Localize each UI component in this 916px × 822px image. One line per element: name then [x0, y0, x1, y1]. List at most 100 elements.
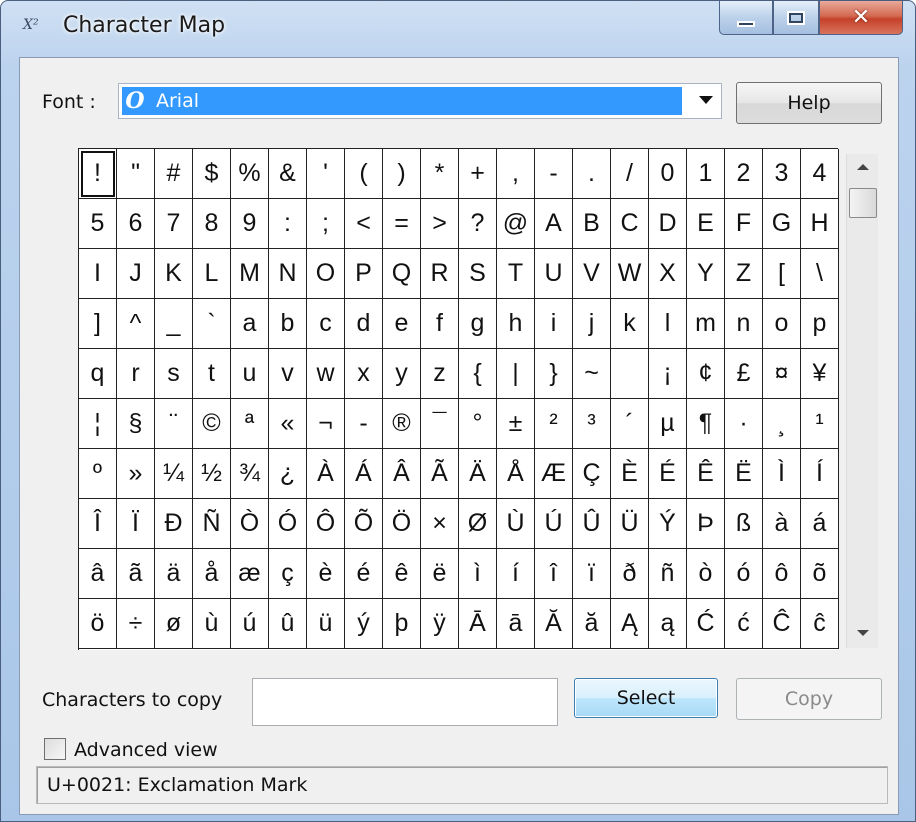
character-cell[interactable]: e: [383, 299, 421, 349]
character-cell[interactable]: f: [421, 299, 459, 349]
character-cell[interactable]: ×: [421, 499, 459, 549]
chevron-down-icon[interactable]: [699, 96, 713, 104]
copy-button[interactable]: Copy: [736, 678, 882, 720]
character-cell[interactable]: Þ: [687, 499, 725, 549]
character-cell[interactable]: ú: [231, 599, 269, 649]
character-cell[interactable]: G: [763, 199, 801, 249]
character-cell[interactable]: Ü: [611, 499, 649, 549]
character-cell[interactable]: \: [801, 249, 839, 299]
character-cell[interactable]: !: [79, 149, 117, 199]
character-cell[interactable]: Å: [497, 449, 535, 499]
character-cell[interactable]: V: [573, 249, 611, 299]
character-cell[interactable]: ă: [573, 599, 611, 649]
character-cell[interactable]: Á: [345, 449, 383, 499]
character-cell[interactable]: É: [649, 449, 687, 499]
character-cell[interactable]: ¼: [155, 449, 193, 499]
character-cell[interactable]: _: [155, 299, 193, 349]
character-cell[interactable]: º: [79, 449, 117, 499]
character-cell[interactable]: â: [79, 549, 117, 599]
character-cell[interactable]: #: [155, 149, 193, 199]
character-cell[interactable]: -: [535, 149, 573, 199]
maximize-button[interactable]: [773, 1, 819, 35]
character-cell[interactable]: Ã: [421, 449, 459, 499]
character-cell[interactable]: Ì: [763, 449, 801, 499]
character-cell[interactable]: U: [535, 249, 573, 299]
character-cell[interactable]: ä: [155, 549, 193, 599]
character-cell[interactable]: ë: [421, 549, 459, 599]
title-bar[interactable]: X² Character Map ✕: [1, 1, 915, 51]
character-cell[interactable]: }: [535, 349, 573, 399]
character-cell[interactable]: ): [383, 149, 421, 199]
character-cell[interactable]: `: [193, 299, 231, 349]
character-cell[interactable]: þ: [383, 599, 421, 649]
character-cell[interactable]: ;: [307, 199, 345, 249]
character-cell[interactable]: y: [383, 349, 421, 399]
character-cell[interactable]: T: [497, 249, 535, 299]
character-cell[interactable]: ¹: [801, 399, 839, 449]
character-cell[interactable]: n: [725, 299, 763, 349]
character-cell[interactable]: Ë: [725, 449, 763, 499]
character-cell[interactable]: <: [345, 199, 383, 249]
character-cell[interactable]: -: [345, 399, 383, 449]
character-cell[interactable]: î: [535, 549, 573, 599]
character-cell[interactable]: W: [611, 249, 649, 299]
character-cell[interactable]: 1: [687, 149, 725, 199]
character-cell[interactable]: ß: [725, 499, 763, 549]
character-cell[interactable]: Q: [383, 249, 421, 299]
character-cell[interactable]: J: [117, 249, 155, 299]
character-cell[interactable]: ^: [117, 299, 155, 349]
character-cell[interactable]: C: [611, 199, 649, 249]
character-cell[interactable]: È: [611, 449, 649, 499]
character-cell[interactable]: S: [459, 249, 497, 299]
character-cell[interactable]: å: [193, 549, 231, 599]
minimize-button[interactable]: [719, 1, 773, 35]
select-button[interactable]: Select: [574, 678, 718, 718]
character-cell[interactable]: »: [117, 449, 155, 499]
character-cell[interactable]: Ù: [497, 499, 535, 549]
character-cell[interactable]: ï: [573, 549, 611, 599]
character-cell[interactable]: ´: [611, 399, 649, 449]
character-cell[interactable]: r: [117, 349, 155, 399]
character-cell[interactable]: Ð: [155, 499, 193, 549]
character-cell[interactable]: §: [117, 399, 155, 449]
character-cell[interactable]: 9: [231, 199, 269, 249]
character-cell[interactable]: /: [611, 149, 649, 199]
character-cell[interactable]: 7: [155, 199, 193, 249]
character-cell[interactable]: ¨: [155, 399, 193, 449]
character-cell[interactable]: Â: [383, 449, 421, 499]
character-cell[interactable]: ê: [383, 549, 421, 599]
character-cell[interactable]: 5: [79, 199, 117, 249]
character-cell[interactable]: é: [345, 549, 383, 599]
character-cell[interactable]: Ö: [383, 499, 421, 549]
character-cell[interactable]: l: [649, 299, 687, 349]
characters-to-copy-input[interactable]: [252, 678, 558, 726]
character-cell[interactable]: ç: [269, 549, 307, 599]
character-cell[interactable]: o: [763, 299, 801, 349]
character-cell[interactable]: ñ: [649, 549, 687, 599]
character-cell[interactable]: à: [763, 499, 801, 549]
help-button[interactable]: Help: [736, 82, 882, 124]
character-cell[interactable]: c: [307, 299, 345, 349]
font-dropdown[interactable]: O Arial: [118, 83, 722, 119]
character-cell[interactable]: p: [801, 299, 839, 349]
character-cell[interactable]: Ê: [687, 449, 725, 499]
character-cell[interactable]: ¤: [763, 349, 801, 399]
character-cell[interactable]: ": [117, 149, 155, 199]
character-cell[interactable]: .: [573, 149, 611, 199]
character-cell[interactable]: %: [231, 149, 269, 199]
character-cell[interactable]: ò: [687, 549, 725, 599]
character-cell[interactable]: Ò: [231, 499, 269, 549]
character-cell[interactable]: ¿: [269, 449, 307, 499]
character-cell[interactable]: X: [649, 249, 687, 299]
character-cell[interactable]: ½: [193, 449, 231, 499]
character-cell[interactable]: ø: [155, 599, 193, 649]
character-cell[interactable]: I: [79, 249, 117, 299]
character-cell[interactable]: ¶: [687, 399, 725, 449]
character-cell[interactable]: 3: [763, 149, 801, 199]
character-cell[interactable]: [: [763, 249, 801, 299]
character-cell[interactable]: á: [801, 499, 839, 549]
character-cell[interactable]: Ñ: [193, 499, 231, 549]
character-cell[interactable]: Ý: [649, 499, 687, 549]
character-cell[interactable]: (: [345, 149, 383, 199]
character-cell[interactable]: >: [421, 199, 459, 249]
